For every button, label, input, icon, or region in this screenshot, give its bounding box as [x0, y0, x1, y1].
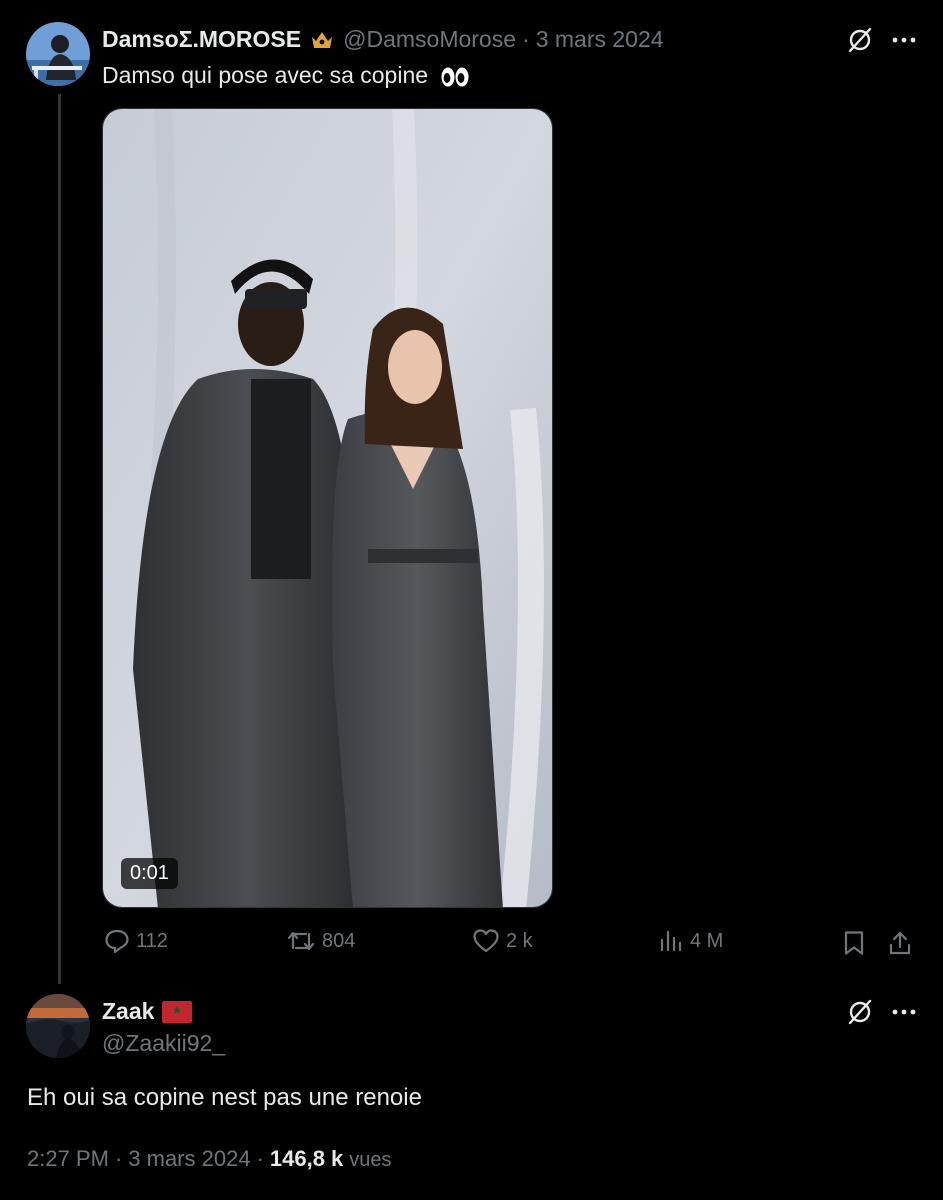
reply-time[interactable]: 2:27 PM	[27, 1146, 109, 1172]
reply-meta: 2:27 PM · 3 mars 2024 · 146,8 k vues	[27, 1146, 392, 1172]
repost-action[interactable]: 804	[286, 928, 355, 954]
avatar-damsomorose[interactable]	[26, 22, 90, 86]
like-action[interactable]: 2 k	[472, 928, 533, 954]
more-options-icon[interactable]	[888, 24, 920, 56]
heart-icon	[473, 929, 499, 953]
share-icon[interactable]	[884, 928, 916, 958]
grok-icon[interactable]	[844, 996, 876, 1028]
tweet-date[interactable]: 3 mars 2024	[536, 26, 664, 53]
reply-date[interactable]: 3 mars 2024	[128, 1146, 250, 1172]
video-duration: 0:01	[121, 858, 178, 889]
affiliate-badge-icon	[309, 28, 335, 52]
views-action[interactable]: 4 M	[658, 928, 723, 954]
reply-tweet-text: Eh oui sa copine nest pas une renoie	[27, 1084, 422, 1111]
tweet-header: DamsoΣ.MOROSE @DamsoMorose · 3 mars 2024	[102, 26, 664, 53]
bookmark-icon[interactable]	[838, 928, 870, 958]
reply-views-label: vues	[349, 1149, 392, 1171]
avatar-image	[26, 994, 90, 1058]
views-count: 4 M	[690, 929, 724, 952]
display-name[interactable]: DamsoΣ.MOROSE	[102, 26, 301, 53]
video-frame-image	[103, 109, 552, 907]
reply-views-count: 146,8 k	[269, 1146, 344, 1171]
separator-dot: ·	[522, 26, 530, 52]
thread-connector-line	[58, 94, 61, 984]
tweet-video[interactable]: 0:01	[102, 108, 553, 908]
reply-handle-row: @Zaakii92_	[102, 1030, 225, 1057]
separator-dot: ·	[256, 1146, 264, 1171]
reply-header: Zaak	[102, 998, 193, 1025]
reply-user-handle[interactable]: @Zaakii92_	[102, 1030, 225, 1057]
grok-icon[interactable]	[844, 24, 876, 56]
eyes-emoji-icon	[440, 66, 470, 88]
user-handle[interactable]: @DamsoMorose	[343, 26, 516, 53]
reply-action[interactable]: 112	[104, 928, 168, 954]
reply-count: 112	[136, 929, 168, 952]
separator-dot: ·	[114, 1146, 123, 1171]
more-options-icon[interactable]	[888, 996, 920, 1028]
reply-icon	[105, 929, 129, 954]
avatar-image	[26, 22, 90, 86]
avatar-zaakii92[interactable]	[26, 994, 90, 1058]
morocco-flag-icon	[162, 1000, 193, 1023]
like-count: 2 k	[506, 929, 533, 952]
tweet-text: Damso qui pose avec sa copine	[102, 62, 429, 88]
analytics-icon	[660, 930, 682, 952]
reply-display-name[interactable]: Zaak	[102, 998, 154, 1025]
repost-count: 804	[322, 929, 356, 952]
tweet-text-line: Damso qui pose avec sa copine	[102, 62, 470, 89]
repost-icon	[287, 931, 315, 951]
